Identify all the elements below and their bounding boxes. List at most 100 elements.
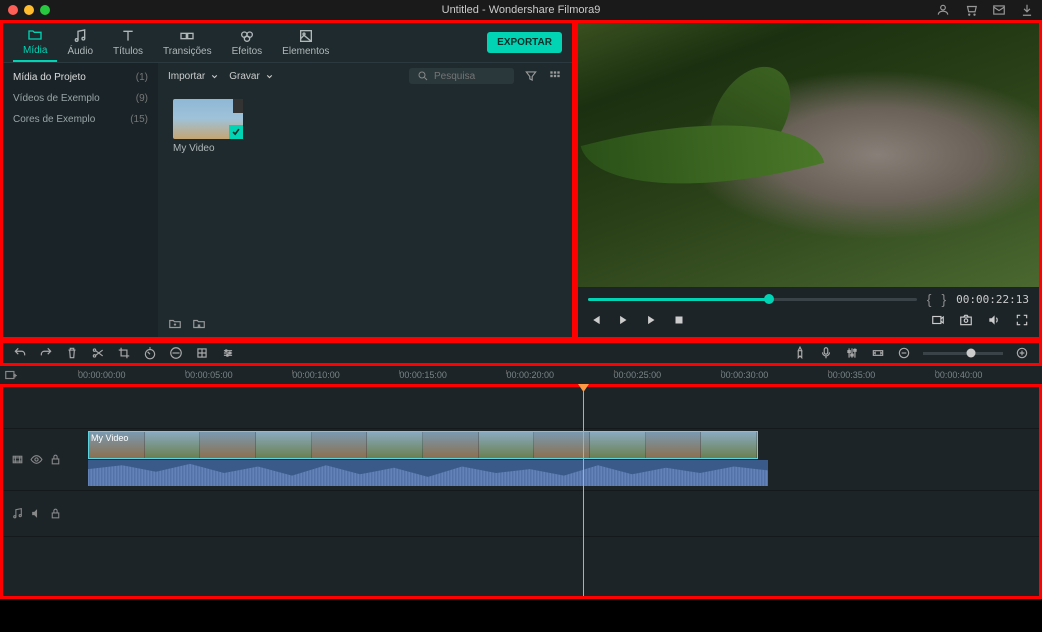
new-folder-icon[interactable]	[168, 317, 182, 331]
playhead[interactable]	[583, 387, 584, 596]
volume-icon[interactable]	[987, 313, 1001, 327]
video-track[interactable]: My Video	[3, 429, 1039, 491]
stop-icon[interactable]	[672, 313, 686, 327]
green-screen-icon[interactable]	[195, 346, 209, 360]
split-icon[interactable]	[91, 346, 105, 360]
snapshot-icon[interactable]	[959, 313, 973, 327]
zoom-handle[interactable]	[967, 349, 976, 358]
play-icon[interactable]	[616, 313, 630, 327]
marker-icon[interactable]	[793, 346, 807, 360]
mark-out-icon[interactable]: }	[941, 291, 946, 307]
tab-transitions[interactable]: Transições	[153, 24, 222, 61]
mark-in-icon[interactable]: {	[927, 291, 932, 307]
tab-audio[interactable]: Áudio	[57, 24, 103, 61]
maximize-window-button[interactable]	[40, 5, 50, 15]
media-panel: Mídia Áudio Títulos Transições Efeitos E…	[0, 20, 575, 340]
track-spacer	[3, 387, 1039, 429]
ruler-mark: 00:00:15:00	[399, 370, 506, 380]
account-icon[interactable]	[936, 3, 950, 17]
mixer-icon[interactable]	[845, 346, 859, 360]
minimize-window-button[interactable]	[24, 5, 34, 15]
speaker-icon[interactable]	[30, 507, 43, 520]
preview-timecode: 00:00:22:13	[956, 293, 1029, 306]
delete-icon[interactable]	[65, 346, 79, 360]
ruler-mark: 00:00:10:00	[292, 370, 399, 380]
search-box[interactable]	[409, 68, 514, 84]
timeline-ruler[interactable]: 00:00:00:00 00:00:05:00 00:00:10:00 00:0…	[0, 366, 1042, 384]
fullscreen-icon[interactable]	[1015, 313, 1029, 327]
search-icon	[417, 70, 429, 82]
video-clip[interactable]: My Video	[88, 431, 758, 459]
tab-effects[interactable]: Efeitos	[222, 24, 273, 61]
eye-icon[interactable]	[30, 453, 43, 466]
delete-folder-icon[interactable]	[192, 317, 206, 331]
grid-view-icon[interactable]	[548, 69, 562, 83]
media-item[interactable]: My Video	[173, 99, 243, 154]
speed-icon[interactable]	[143, 346, 157, 360]
filmstrip-icon	[233, 99, 243, 113]
cart-icon[interactable]	[964, 3, 978, 17]
zoom-in-icon[interactable]	[1015, 346, 1029, 360]
add-track-icon[interactable]	[4, 368, 18, 382]
ruler-mark: 00:00:30:00	[721, 370, 828, 380]
tab-media[interactable]: Mídia	[13, 23, 57, 62]
preview-video[interactable]	[578, 23, 1039, 287]
mic-icon[interactable]	[819, 346, 833, 360]
audio-clip[interactable]	[88, 460, 768, 486]
tab-elements[interactable]: Elementos	[272, 24, 339, 61]
redo-icon[interactable]	[39, 346, 53, 360]
track-spacer	[3, 537, 1039, 593]
timeline[interactable]: My Video	[0, 384, 1042, 599]
lock-icon[interactable]	[49, 507, 62, 520]
media-grid: My Video	[158, 89, 572, 311]
media-item-label: My Video	[173, 143, 243, 154]
text-icon	[120, 28, 136, 44]
lock-icon[interactable]	[49, 453, 62, 466]
chevron-down-icon	[265, 72, 274, 81]
record-dropdown[interactable]: Gravar	[229, 71, 274, 82]
progress-handle[interactable]	[764, 294, 774, 304]
color-icon[interactable]	[169, 346, 183, 360]
quality-icon[interactable]	[931, 313, 945, 327]
clip-label: My Video	[91, 433, 128, 443]
media-sidebar: Mídia do Projeto (1) Vídeos de Exemplo (…	[3, 63, 158, 337]
media-thumbnail[interactable]	[173, 99, 243, 139]
main-tabs: Mídia Áudio Títulos Transições Efeitos E…	[3, 23, 572, 63]
sidebar-item-sample-videos[interactable]: Vídeos de Exemplo (9)	[3, 88, 158, 109]
mail-icon[interactable]	[992, 3, 1006, 17]
sidebar-item-sample-colors[interactable]: Cores de Exemplo (15)	[3, 109, 158, 130]
export-button[interactable]: EXPORTAR	[487, 32, 562, 53]
undo-icon[interactable]	[13, 346, 27, 360]
tab-titles[interactable]: Títulos	[103, 24, 153, 61]
ruler-mark: 00:00:20:00	[506, 370, 613, 380]
effects-icon	[239, 28, 255, 44]
used-checkmark-icon	[229, 125, 243, 139]
adjust-icon[interactable]	[221, 346, 235, 360]
download-icon[interactable]	[1020, 3, 1034, 17]
zoom-slider[interactable]	[923, 352, 1003, 355]
ruler-mark: 00:00:25:00	[614, 370, 721, 380]
transitions-icon	[179, 28, 195, 44]
music-icon	[72, 28, 88, 44]
media-toolbar: Importar Gravar	[158, 63, 572, 89]
folder-icon	[27, 27, 43, 43]
zoom-out-icon[interactable]	[897, 346, 911, 360]
import-dropdown[interactable]: Importar	[168, 71, 219, 82]
video-track-header	[3, 429, 78, 490]
prev-frame-icon[interactable]	[588, 313, 602, 327]
titlebar: Untitled - Wondershare Filmora9	[0, 0, 1042, 20]
audio-track-header	[3, 491, 78, 536]
preview-progress-bar[interactable]	[588, 298, 917, 301]
music-icon	[11, 507, 24, 520]
audio-track[interactable]	[3, 491, 1039, 537]
crop-icon[interactable]	[117, 346, 131, 360]
play-forward-icon[interactable]	[644, 313, 658, 327]
filter-icon[interactable]	[524, 69, 538, 83]
search-input[interactable]	[434, 71, 504, 82]
window-title: Untitled - Wondershare Filmora9	[442, 4, 601, 16]
fit-icon[interactable]	[871, 346, 885, 360]
ruler-mark: 00:00:00:00	[78, 370, 185, 380]
close-window-button[interactable]	[8, 5, 18, 15]
preview-controls: { } 00:00:22:13	[578, 287, 1039, 337]
sidebar-item-project-media[interactable]: Mídia do Projeto (1)	[3, 67, 158, 88]
